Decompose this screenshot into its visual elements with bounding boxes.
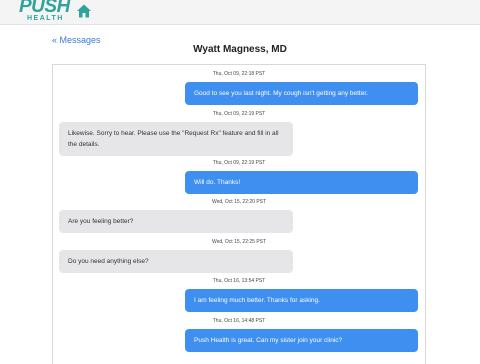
message-text: Do you need anything else? — [68, 258, 149, 265]
message-text: Likewise. Sorry to hear. Please use the … — [68, 130, 279, 148]
push-health-logo[interactable]: PUSH HEALTH — [19, 0, 70, 24]
message-timestamp: Thu, Oct 09, 22:18 PST — [212, 71, 266, 77]
message-text: Push Health is great. Can my sister join… — [194, 337, 343, 344]
home-icon[interactable] — [76, 3, 92, 19]
sent-message-bubble: Push Health is great. Can my sister join… — [185, 329, 418, 352]
received-message-bubble: Likewise. Sorry to hear. Please use the … — [59, 122, 293, 156]
message-timestamp: Wed, Oct 15, 22:20 PST — [211, 199, 267, 205]
message-timestamp: Thu, Oct 09, 22:19 PST — [212, 111, 266, 117]
message-text: Are you feeling better? — [68, 218, 134, 225]
sent-message-bubble: I am feeling much better. Thanks for ask… — [185, 289, 418, 312]
message-thread[interactable]: Thu, Oct 09, 22:18 PST Good to see you l… — [52, 64, 426, 364]
conversation-title: Wyatt Magness, MD — [193, 44, 287, 55]
message-text: Good to see you last night. My cough isn… — [194, 90, 368, 97]
received-message-bubble: Are you feeling better? — [59, 210, 293, 233]
message-timestamp: Thu, Oct 09, 22:19 PST — [212, 160, 266, 166]
top-bar: PUSH HEALTH — [0, 0, 480, 25]
message-timestamp: Thu, Oct 16, 14:48 PST — [212, 318, 266, 324]
message-text: I am feeling much better. Thanks for ask… — [194, 297, 320, 304]
message-timestamp: Thu, Oct 16, 13:54 PST — [212, 278, 266, 284]
message-text: Will do. Thanks! — [194, 179, 241, 186]
sent-message-bubble: Good to see you last night. My cough isn… — [185, 82, 418, 105]
sent-message-bubble: Will do. Thanks! — [185, 171, 418, 194]
message-timestamp: Wed, Oct 15, 22:25 PST — [211, 239, 267, 245]
received-message-bubble: Do you need anything else? — [59, 250, 293, 273]
logo-wordmark-health: HEALTH — [27, 15, 64, 22]
